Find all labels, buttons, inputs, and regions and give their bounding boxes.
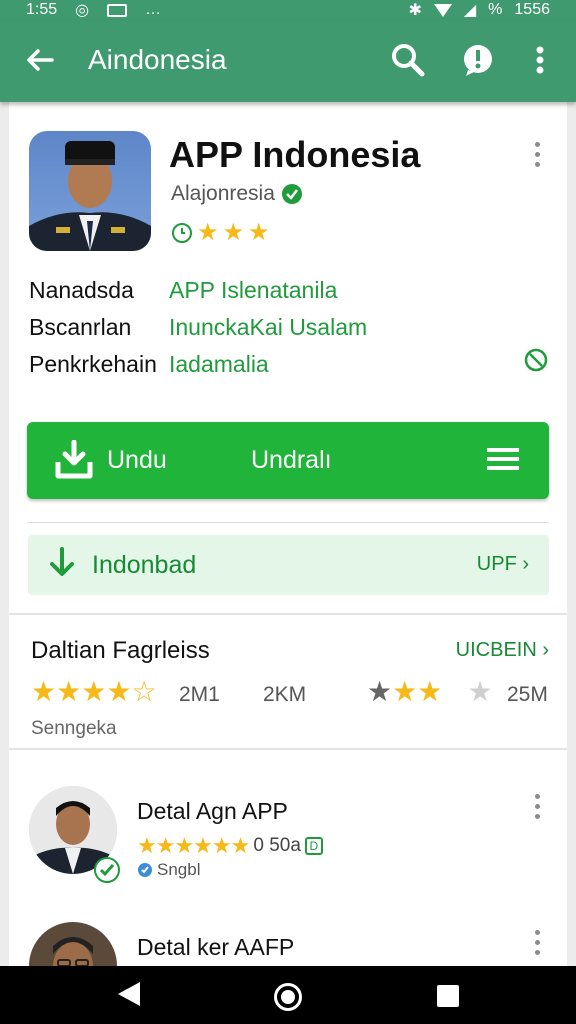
- download-arrow-icon: [50, 547, 74, 576]
- info-label: Bscanrlan: [29, 314, 132, 340]
- ratings-subtitle: Senngeka: [31, 718, 117, 739]
- download-banner-action[interactable]: UPF ›: [477, 553, 529, 576]
- status-bar: 1:55 ◎ … ✱ ◢ % 1556: [0, 0, 576, 20]
- info-dot-icon: [138, 863, 152, 877]
- nav-home-icon[interactable]: [274, 983, 302, 1011]
- more-vertical-icon[interactable]: [520, 40, 560, 80]
- right-star-rating: ★ ★ ★ ☆ ★: [367, 678, 493, 706]
- list-item-tag-text: Sngbl: [157, 860, 201, 879]
- developer-name[interactable]: Alajonresia: [171, 182, 275, 206]
- verified-check-icon: [281, 184, 302, 204]
- install-button[interactable]: Undu Undralı: [27, 422, 549, 499]
- status-time: 1:55: [26, 1, 58, 18]
- middle-rating-count: 2KM: [263, 683, 307, 706]
- badge-d-icon: D: [304, 837, 323, 855]
- left-star-rating: ★ ★ ★ ★ ☆: [31, 678, 157, 706]
- left-rating-count: 2M1: [179, 683, 220, 706]
- clock-icon: [172, 223, 192, 243]
- app-bar-title: Aindonesia: [88, 44, 227, 75]
- star-row-icon: ★★★★★★: [137, 833, 250, 858]
- app-bar: Aindonesia: [0, 20, 576, 102]
- star-icon: ★: [417, 676, 443, 707]
- nav-recents-icon[interactable]: [437, 985, 459, 1007]
- info-value[interactable]: Iadamalia: [169, 351, 269, 378]
- star-icon: ★: [106, 676, 132, 707]
- right-rating-count: 25M: [507, 683, 548, 706]
- battery-level: 1556: [514, 1, 550, 18]
- ratings-section-title: Daltian Fagrleiss: [31, 637, 210, 664]
- star-empty-icon: ★: [467, 676, 493, 707]
- list-item-more-icon[interactable]: [531, 930, 543, 960]
- star-icon: ★: [81, 676, 107, 707]
- section-divider: [9, 748, 567, 750]
- dots-icon: …: [145, 1, 162, 18]
- official-portrait-icon: [29, 141, 151, 251]
- install-button-label: Undu: [107, 446, 167, 474]
- install-button-sublabel: Undralı: [251, 446, 332, 474]
- signal-icon: ◢: [463, 2, 477, 19]
- search-icon[interactable]: [388, 40, 428, 80]
- info-label: Penkrkehain: [29, 351, 157, 377]
- wifi-icon: [433, 3, 452, 17]
- app-icon: [29, 131, 151, 251]
- info-value[interactable]: InunckaKai Usalam: [169, 314, 367, 341]
- nav-back-icon[interactable]: [118, 982, 140, 1006]
- info-label: Nanadsda: [29, 277, 134, 303]
- download-banner[interactable]: Indonbad UPF ›: [28, 535, 549, 595]
- list-item-title[interactable]: Detal Agn APP: [137, 798, 288, 825]
- refresh-icon[interactable]: [522, 346, 550, 374]
- menu-lines-icon[interactable]: [487, 446, 519, 472]
- list-item-rating: ★★★★★★ 0 50a D: [137, 833, 323, 859]
- developer-row[interactable]: Alajonresia: [171, 182, 303, 206]
- ratings-section-link[interactable]: UICBEIN ›: [456, 639, 549, 662]
- battery-percent: %: [488, 1, 503, 18]
- star-icon: ★: [197, 219, 219, 246]
- info-value[interactable]: APP Islenatanila: [169, 277, 337, 304]
- star-half-icon: ☆: [131, 676, 157, 707]
- app-detail-sheet: APP Indonesia Alajonresia ★ ★ ★ Nanadsda…: [9, 102, 567, 1010]
- notification-icon: ◎: [75, 2, 90, 19]
- star-icon: ★: [392, 676, 418, 707]
- verified-badge-icon: [94, 857, 120, 883]
- app-more-icon[interactable]: [531, 142, 543, 172]
- star-icon: ★: [367, 676, 393, 707]
- app-rating: ★ ★ ★: [171, 219, 270, 247]
- list-item-title[interactable]: Detal ker AAFP: [137, 934, 294, 961]
- alert-circle-icon[interactable]: [458, 40, 498, 80]
- star-icon: ★: [56, 676, 82, 707]
- section-divider: [9, 613, 567, 615]
- back-arrow-icon[interactable]: [22, 42, 58, 78]
- list-item-tag: Sngbl: [137, 860, 200, 880]
- divider: [27, 522, 549, 523]
- screen-icon: [107, 3, 128, 17]
- star-icon: ★: [31, 676, 57, 707]
- star-icon: ★: [222, 219, 245, 246]
- star-icon: ★: [248, 219, 270, 246]
- list-item-more-icon[interactable]: [531, 794, 543, 824]
- app-name: APP Indonesia: [169, 134, 421, 175]
- star-empty-icon: ☆: [442, 676, 468, 707]
- download-icon: [55, 440, 93, 479]
- download-banner-label: Indonbad: [92, 551, 197, 579]
- system-nav-bar: [0, 966, 576, 1024]
- list-item-rating-text: 0 50a: [253, 835, 301, 856]
- bluetooth-icon: ✱: [408, 2, 422, 19]
